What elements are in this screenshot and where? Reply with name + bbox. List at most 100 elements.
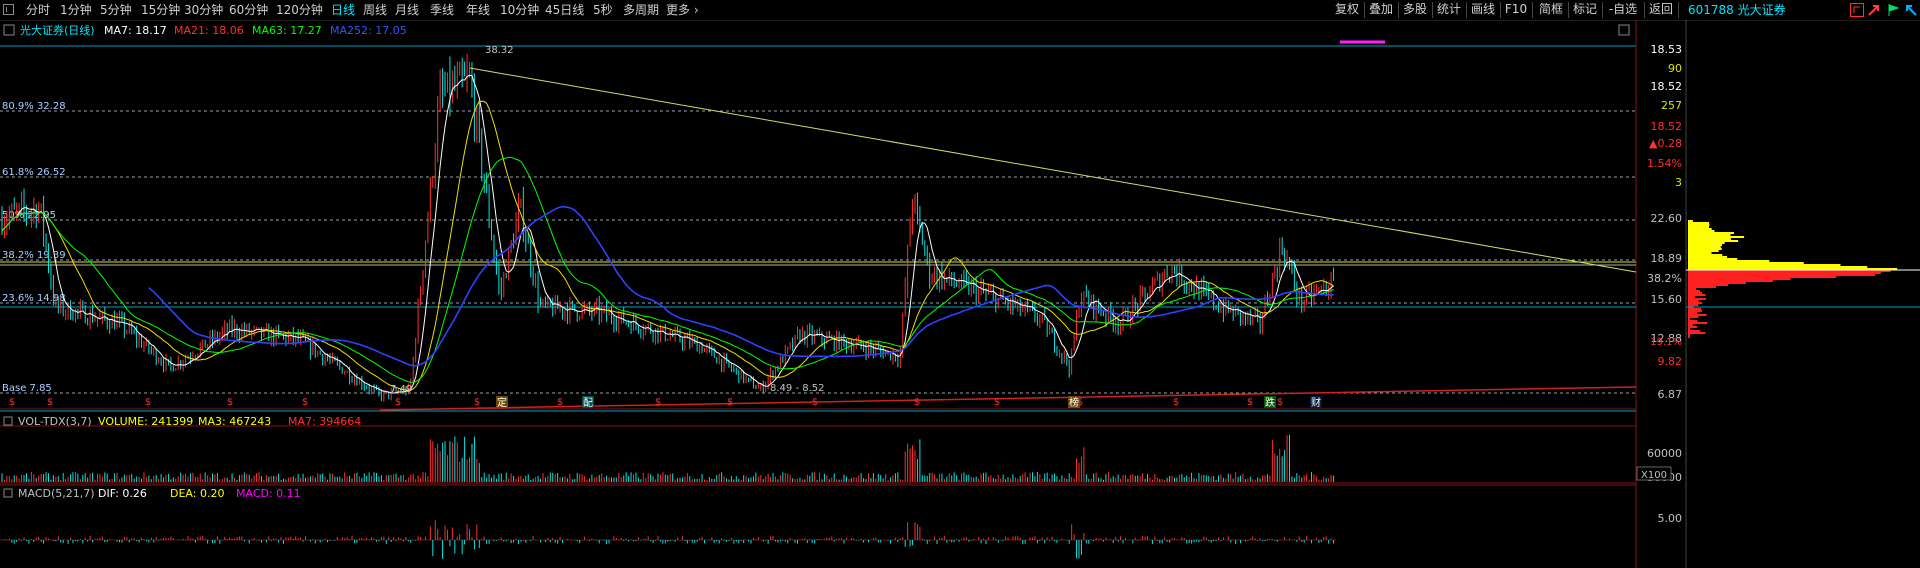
period-tab[interactable]: 15分钟	[141, 2, 180, 18]
volume-profile-bar	[1688, 298, 1707, 300]
volume-profile-bar	[1688, 290, 1700, 292]
toolbar-button[interactable]: -自选	[1604, 1, 1642, 18]
toolbar-button[interactable]: 简框	[1536, 1, 1566, 18]
panel-maximize-icon[interactable]	[1618, 24, 1630, 36]
toolbar-button[interactable]: F10	[1502, 1, 1530, 18]
event-marker: 榜	[1069, 396, 1079, 409]
y-axis-label: 18.53	[1651, 43, 1683, 56]
period-tab[interactable]: 季线	[430, 2, 454, 18]
dividend-marker: $	[727, 397, 733, 408]
volume-profile-bar	[1688, 250, 1719, 252]
event-marker: 财	[1311, 396, 1321, 409]
period-tab[interactable]: 1分钟	[60, 2, 92, 18]
toolbar-button[interactable]: 返回	[1646, 1, 1676, 18]
toolbar-separator	[1644, 2, 1645, 18]
window-icon[interactable]	[1850, 3, 1864, 17]
period-tab[interactable]: 120分钟	[276, 2, 323, 18]
volume-profile-bar	[1688, 326, 1697, 328]
period-tab[interactable]: 更多 ›	[666, 2, 699, 18]
volume-profile-bar	[1688, 262, 1804, 264]
volume-profile-bar	[1688, 248, 1722, 250]
profile-pct-label: 19.1%	[1650, 337, 1682, 348]
period-tab[interactable]: 年线	[466, 2, 490, 18]
period-tab[interactable]: 月线	[395, 2, 419, 18]
chart-area[interactable]: 80.9% 32.2861.8% 26.5250% 22.9538.2% 19.…	[0, 20, 1920, 568]
ma-legend-item: MA63: 17.27	[252, 24, 322, 37]
toolbar-separator	[1432, 2, 1433, 18]
volume-profile-bar	[1688, 260, 1770, 262]
volume-profile-bar	[1688, 254, 1723, 256]
dividend-marker: $	[47, 397, 53, 408]
y-axis-label: 18.52	[1651, 120, 1683, 133]
arrow-right-icon[interactable]	[1868, 3, 1882, 17]
peak-price-label: 38.32	[485, 45, 514, 56]
dividend-marker: $	[812, 397, 818, 408]
stock-name-label: 光大证券(日线)	[20, 23, 95, 37]
period-tab[interactable]: 日线	[331, 2, 355, 18]
volume-profile-bar	[1688, 324, 1693, 326]
dividend-marker: $	[557, 397, 563, 408]
support-line	[379, 386, 1637, 411]
toolbar-separator	[1364, 2, 1365, 18]
toolbar-button[interactable]: 复权	[1332, 1, 1362, 18]
flag-icon[interactable]	[1886, 3, 1900, 17]
volume-profile-bar	[1688, 296, 1695, 298]
period-tab[interactable]: 30分钟	[184, 2, 223, 18]
volume-profile-bar	[1688, 336, 1690, 338]
volume-profile-bar	[1688, 280, 1774, 282]
toolbar-separator	[1466, 2, 1467, 18]
y-axis-label: 257	[1661, 99, 1682, 112]
volume-profile-bar	[1688, 312, 1698, 314]
volume-profile-bar	[1688, 238, 1731, 240]
fib-level-label: 61.8% 26.52	[2, 167, 66, 178]
fib-level-label: 80.9% 32.28	[2, 101, 66, 112]
period-tab[interactable]: 分时	[26, 2, 50, 18]
macd-collapse-icon[interactable]	[3, 488, 13, 498]
period-tab[interactable]: 5分钟	[100, 2, 132, 18]
toolbar-button[interactable]: 统计	[1434, 1, 1464, 18]
panel-toggle-icon[interactable]	[3, 4, 14, 15]
period-tab[interactable]: 周线	[363, 2, 387, 18]
y-axis-label: 18.89	[1651, 252, 1683, 265]
toolbar-button[interactable]: 画线	[1468, 1, 1498, 18]
period-tab[interactable]: 60分钟	[229, 2, 268, 18]
volume-profile-bar	[1688, 230, 1715, 232]
panel-collapse-icon[interactable]	[3, 24, 15, 36]
price-range-label: 8.49 - 8.52	[770, 383, 825, 394]
toolbar-separator	[1568, 2, 1569, 18]
dividend-marker: $	[994, 397, 1000, 408]
profile-pct-label: 38.2%	[1647, 272, 1682, 285]
period-tab[interactable]: 10分钟	[500, 2, 539, 18]
ma63-line	[1, 156, 1334, 383]
toolbar-button[interactable]: 标记	[1570, 1, 1600, 18]
period-tab[interactable]: 45日线	[545, 2, 584, 18]
volume-profile-bar	[1688, 294, 1706, 296]
volume-profile-bar	[1688, 232, 1735, 234]
volume-profile-bar	[1688, 318, 1690, 320]
volume-profile-bar	[1688, 276, 1837, 278]
volume-profile-bar	[1688, 244, 1723, 246]
volume-profile-bar	[1688, 236, 1745, 238]
ma-legend-item: MA21: 18.06	[174, 24, 244, 37]
low-price-label: 7.49	[390, 384, 412, 395]
volume-collapse-icon[interactable]	[3, 416, 13, 426]
period-tab[interactable]: 5秒	[593, 2, 613, 18]
y-axis-label: 3	[1675, 176, 1682, 189]
volume-profile-bar	[1688, 328, 1690, 330]
toolbar-button[interactable]: 叠加	[1366, 1, 1396, 18]
volume-legend-item: VOLUME: 241399	[98, 415, 193, 428]
period-tab[interactable]: 多周期	[623, 2, 659, 18]
dividend-marker: $	[1247, 397, 1253, 408]
toolbar-button[interactable]: 多股	[1400, 1, 1430, 18]
volume-legend-item: MA3: 467243	[198, 415, 271, 428]
dividend-marker: $	[302, 397, 308, 408]
volume-profile-bar	[1688, 288, 1697, 290]
volume-profile-bar	[1688, 224, 1710, 226]
volume-profile-bar	[1688, 320, 1698, 322]
volume-profile-bar	[1688, 266, 1868, 268]
volume-profile-bar	[1688, 316, 1699, 318]
volume-profile-bar	[1688, 282, 1746, 284]
volume-profile-bar	[1688, 228, 1712, 230]
arrow-left-icon[interactable]	[1904, 3, 1918, 17]
event-marker: 跌	[1265, 396, 1275, 409]
